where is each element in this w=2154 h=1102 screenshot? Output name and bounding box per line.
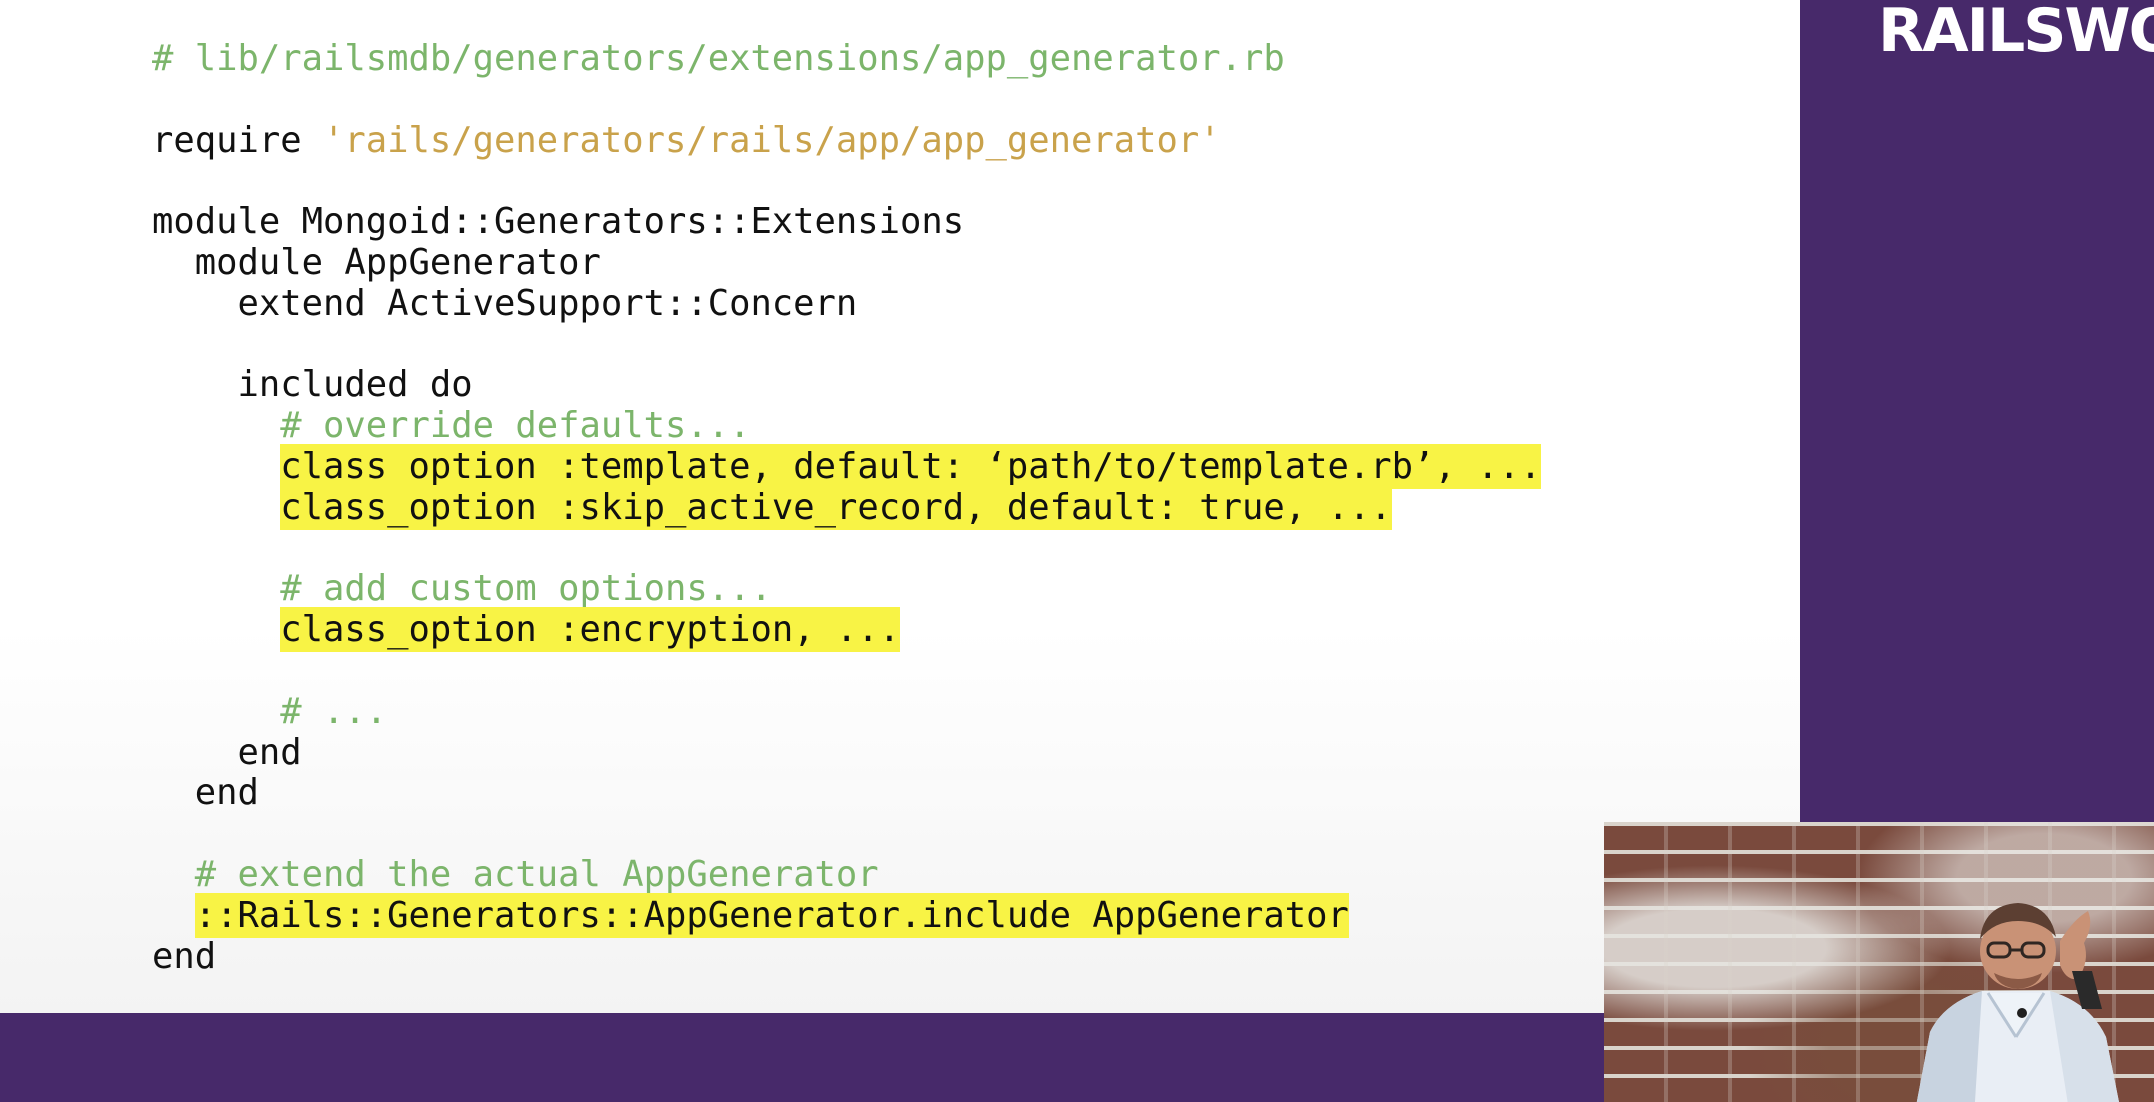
highlighted-code-segment: class_option :encryption, ...	[280, 607, 901, 653]
code-segment: extend ActiveSupport::Concern	[152, 282, 858, 324]
code-line: end	[152, 731, 1541, 774]
code-line: module Mongoid::Generators::Extensions	[152, 201, 1541, 243]
code-segment: module AppGenerator	[152, 241, 601, 283]
code-segment: end	[152, 935, 217, 977]
code-line: ::Rails::Generators::AppGenerator.includ…	[152, 892, 1541, 938]
code-line: # add custom options...	[152, 568, 1541, 610]
code-line: # lib/railsmdb/generators/extensions/app…	[152, 38, 1541, 80]
code-segment: end	[152, 772, 259, 814]
code-line: # extend the actual AppGenerator	[152, 853, 1541, 896]
code-comment: # extend the actual AppGenerator	[194, 853, 879, 895]
code-segment: module Mongoid::Generators::Extensions	[152, 201, 965, 243]
code-segment: require	[152, 119, 323, 161]
code-comment: # override defaults...	[280, 405, 751, 447]
code-line: # ...	[152, 690, 1541, 733]
code-line: # override defaults...	[152, 405, 1541, 447]
code-line: require 'rails/generators/rails/app/app_…	[152, 119, 1541, 162]
code-comment: # ...	[280, 690, 388, 732]
code-block: # lib/railsmdb/generators/extensions/app…	[152, 38, 1542, 978]
code-segment: included do	[152, 364, 473, 406]
code-comment: # add custom options...	[280, 568, 772, 610]
person-icon	[1916, 903, 2119, 1102]
code-string: 'rails/generators/rails/app/app_generato…	[322, 119, 1221, 161]
code-line: class_option :template, default: ‘path/t…	[152, 443, 1542, 489]
brand-logo: RAILSWO	[1878, 0, 2154, 66]
speaker-webcam	[1604, 822, 2154, 1102]
code-line: included do	[152, 364, 1541, 406]
code-comment: # lib/railsmdb/generators/extensions/app…	[152, 38, 1285, 79]
highlighted-code-segment: class_option :skip_active_record, defaul…	[280, 484, 1392, 530]
code-line: class_option :skip_active_record, defaul…	[152, 484, 1541, 530]
code-line: extend ActiveSupport::Concern	[152, 282, 1541, 325]
code-segment: end	[152, 731, 302, 773]
code-line: end	[152, 935, 1541, 978]
code-slide: # lib/railsmdb/generators/extensions/app…	[0, 0, 1800, 1013]
code-line: module AppGenerator	[152, 241, 1541, 284]
highlighted-code-segment: ::Rails::Generators::AppGenerator.includ…	[194, 892, 1349, 938]
highlighted-code-segment: class_option :template, default: ‘path/t…	[280, 443, 1542, 489]
code-line: end	[152, 772, 1541, 814]
code-line: class_option :encryption, ...	[152, 607, 1541, 653]
